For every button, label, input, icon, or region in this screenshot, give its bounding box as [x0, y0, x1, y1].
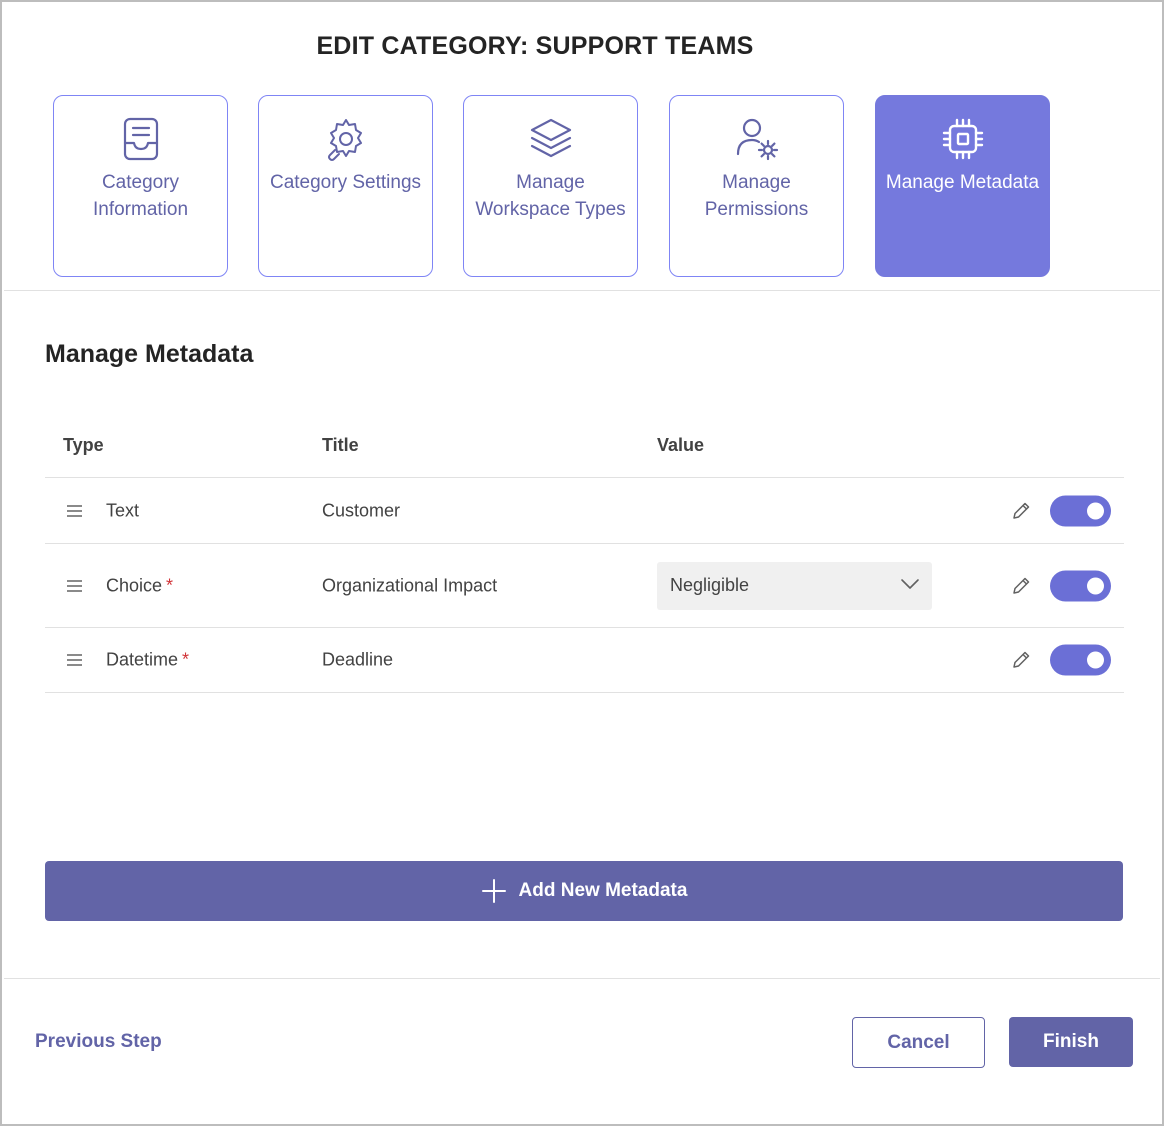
- divider: [4, 290, 1160, 291]
- step-label: Manage Metadata: [885, 172, 1040, 193]
- section-title: Manage Metadata: [45, 340, 254, 368]
- dialog-title: EDIT CATEGORY: SUPPORT TEAMS: [316, 32, 754, 60]
- step-category-settings[interactable]: Category Settings: [258, 95, 433, 277]
- table-header: Type Title Value: [45, 412, 1124, 478]
- chevron-down-icon: [900, 577, 920, 591]
- drag-handle-icon[interactable]: [67, 579, 82, 592]
- row-type: Choice *: [106, 575, 174, 595]
- wrench-gear-icon: [259, 114, 432, 164]
- toggle-knob: [1087, 651, 1104, 669]
- step-label: Category Settings: [269, 172, 422, 193]
- metadata-table: Type Title Value Text Customer Choice * O…: [45, 412, 1124, 693]
- required-indicator: *: [182, 649, 190, 670]
- layers-icon: [464, 114, 637, 164]
- required-indicator: *: [166, 575, 174, 595]
- step-label: Manage Permissions: [704, 172, 809, 220]
- enabled-toggle[interactable]: [1050, 495, 1111, 526]
- previous-step-link[interactable]: Previous Step: [35, 1031, 162, 1053]
- table-row: Datetime * Deadline: [45, 628, 1124, 693]
- row-title: Organizational Impact: [322, 575, 498, 595]
- cancel-button[interactable]: Cancel: [852, 1017, 985, 1068]
- pencil-icon[interactable]: [1010, 575, 1032, 597]
- dropdown-selected-value: Negligible: [670, 574, 750, 595]
- step-label: Category Information: [92, 172, 189, 220]
- step-manage-workspace-types[interactable]: Manage Workspace Types: [463, 95, 638, 277]
- value-dropdown[interactable]: Negligible: [657, 561, 932, 610]
- chip-icon: [876, 114, 1049, 164]
- column-header-title: Title: [322, 435, 359, 455]
- dialog: EDIT CATEGORY: SUPPORT TEAMS Category In…: [0, 0, 1164, 1126]
- step-category-information[interactable]: Category Information: [53, 95, 228, 277]
- add-new-metadata-button[interactable]: Add New Metadata: [45, 861, 1123, 921]
- plus-icon: [481, 878, 507, 904]
- enabled-toggle[interactable]: [1050, 644, 1111, 676]
- column-header-value: Value: [657, 435, 705, 455]
- row-title: Deadline: [322, 649, 394, 670]
- column-header-type: Type: [63, 435, 104, 455]
- step-manage-permissions[interactable]: Manage Permissions: [669, 95, 844, 277]
- inbox-icon: [54, 114, 227, 164]
- toggle-knob: [1087, 577, 1104, 594]
- row-type: Datetime *: [106, 649, 190, 670]
- add-button-label: Add New Metadata: [518, 880, 688, 901]
- step-manage-metadata[interactable]: Manage Metadata: [875, 95, 1050, 277]
- row-title: Customer: [322, 500, 401, 520]
- drag-handle-icon[interactable]: [67, 654, 82, 666]
- table-row: Text Customer: [45, 478, 1124, 544]
- table-row: Choice * Organizational Impact Negligible: [45, 544, 1124, 628]
- enabled-toggle[interactable]: [1050, 570, 1111, 601]
- row-type: Text: [106, 500, 140, 520]
- drag-handle-icon[interactable]: [67, 504, 82, 517]
- person-gear-icon: [670, 114, 843, 164]
- pencil-icon[interactable]: [1010, 500, 1032, 522]
- toggle-knob: [1087, 502, 1104, 519]
- finish-button[interactable]: Finish: [1009, 1017, 1133, 1067]
- step-label: Manage Workspace Types: [475, 172, 626, 220]
- divider: [4, 978, 1160, 979]
- pencil-icon[interactable]: [1010, 649, 1032, 671]
